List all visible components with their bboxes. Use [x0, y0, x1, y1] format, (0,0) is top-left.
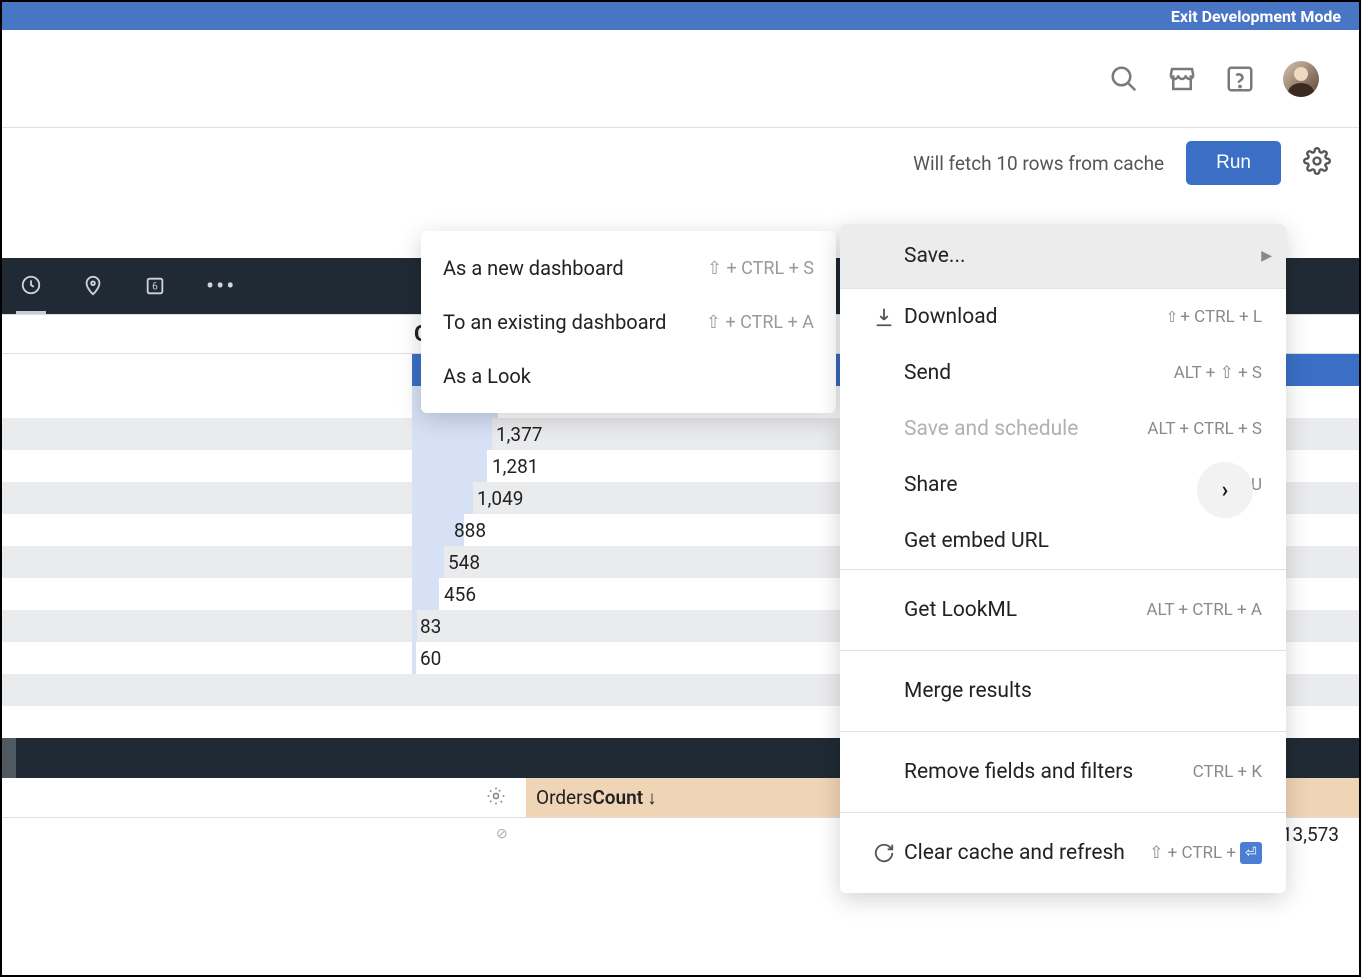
cell-value: 888 [454, 519, 486, 542]
column-settings-gear-icon[interactable] [486, 786, 506, 810]
run-button[interactable]: Run [1186, 141, 1281, 185]
cell-value: 548 [448, 551, 480, 574]
explore-action-bar: Will fetch 10 rows from cache Run [2, 128, 1359, 198]
viz-single-value-icon[interactable]: 6 [140, 258, 170, 314]
total-value: 13,573 [1282, 823, 1359, 846]
carousel-next-button[interactable]: › [1197, 462, 1253, 518]
menu-label: Save and schedule [904, 417, 1147, 441]
menu-item-clear-cache-refresh[interactable]: Clear cache and refresh ⇧ + CTRL + [840, 813, 1286, 893]
sort-desc-icon: ↓ [647, 786, 657, 810]
enter-key-icon [1240, 842, 1262, 864]
menu-label: As a Look [443, 364, 531, 388]
chevron-right-icon: › [1222, 478, 1229, 503]
marketplace-icon[interactable] [1167, 64, 1197, 94]
exit-dev-mode-link[interactable]: Exit Development Mode [1171, 7, 1341, 26]
save-submenu: As a new dashboard ⇧ + CTRL + S To an ex… [421, 231, 836, 413]
menu-label: As a new dashboard [443, 256, 624, 280]
menu-shortcut: CTRL + K [1193, 762, 1262, 782]
menu-shortcut: ⇧ + CTRL + S [707, 258, 814, 279]
menu-item-remove-fields-filters[interactable]: Remove fields and filters CTRL + K [840, 732, 1286, 812]
cell-value: 1,049 [477, 487, 523, 510]
menu-label: Get embed URL [904, 529, 1262, 553]
menu-label: Clear cache and refresh [904, 841, 1149, 865]
menu-item-get-embed-url[interactable]: Get embed URL [840, 513, 1286, 569]
avatar[interactable] [1283, 61, 1319, 97]
menu-label: Share [904, 473, 1213, 497]
menu-item-get-lookml[interactable]: Get LookML ALT + CTRL + A [840, 570, 1286, 650]
fetch-status-text: Will fetch 10 rows from cache [913, 152, 1164, 175]
svg-text:6: 6 [152, 282, 158, 293]
menu-label: Get LookML [904, 598, 1146, 622]
chevron-right-icon: ▶ [1261, 248, 1272, 264]
refresh-icon [864, 842, 904, 864]
gear-dropdown-menu: Save... ▶ Download + CTRL + L Send ALT +… [840, 224, 1286, 893]
settings-gear-icon[interactable] [1303, 147, 1331, 179]
cell-value: 1,281 [492, 455, 538, 478]
menu-item-save[interactable]: Save... ▶ [840, 224, 1286, 288]
dev-mode-bar: Exit Development Mode [2, 2, 1359, 30]
menu-label: Merge results [904, 679, 1262, 703]
menu-item-save-schedule[interactable]: Save and schedule ALT + CTRL + S [840, 401, 1286, 457]
menu-shortcut: ALT + CTRL + A [1146, 600, 1262, 620]
menu-item-save-new-dashboard[interactable]: As a new dashboard ⇧ + CTRL + S [421, 241, 836, 295]
menu-label: Send [904, 361, 1174, 385]
help-icon[interactable] [1225, 64, 1255, 94]
app-header [2, 30, 1359, 128]
menu-label: Remove fields and filters [904, 760, 1193, 784]
column-label-prefix: Orders [536, 786, 592, 809]
viz-more-icon[interactable]: ••• [202, 258, 240, 314]
menu-item-save-existing-dashboard[interactable]: To an existing dashboard ⇧ + CTRL + A [421, 295, 836, 349]
download-icon [864, 306, 904, 328]
menu-item-send[interactable]: Send ALT + ⇧ + S [840, 345, 1286, 401]
menu-shortcut: ALT + CTRL + S [1147, 419, 1262, 439]
cell-value: 60 [420, 647, 441, 670]
viz-table-icon[interactable] [16, 258, 46, 314]
menu-shortcut: ⇧ + CTRL + [1149, 842, 1262, 864]
column-label-strong: Count [592, 786, 643, 809]
cell-value: 83 [420, 615, 441, 638]
menu-shortcut: + CTRL + L [1166, 307, 1262, 327]
null-icon: ⊘ [496, 826, 508, 842]
menu-item-merge-results[interactable]: Merge results [840, 651, 1286, 731]
menu-shortcut: ⇧ + CTRL + A [706, 312, 814, 333]
menu-shortcut: ALT + ⇧ + S [1174, 363, 1262, 383]
search-icon[interactable] [1109, 64, 1139, 94]
menu-label: Download [904, 305, 1166, 329]
menu-label: To an existing dashboard [443, 310, 666, 334]
cell-value: 1,377 [496, 423, 542, 446]
menu-item-save-as-look[interactable]: As a Look [421, 349, 836, 403]
menu-label: Save... [904, 244, 1262, 268]
viz-map-icon[interactable] [78, 258, 108, 314]
menu-item-download[interactable]: Download + CTRL + L [840, 289, 1286, 345]
cell-value: 456 [444, 583, 476, 606]
